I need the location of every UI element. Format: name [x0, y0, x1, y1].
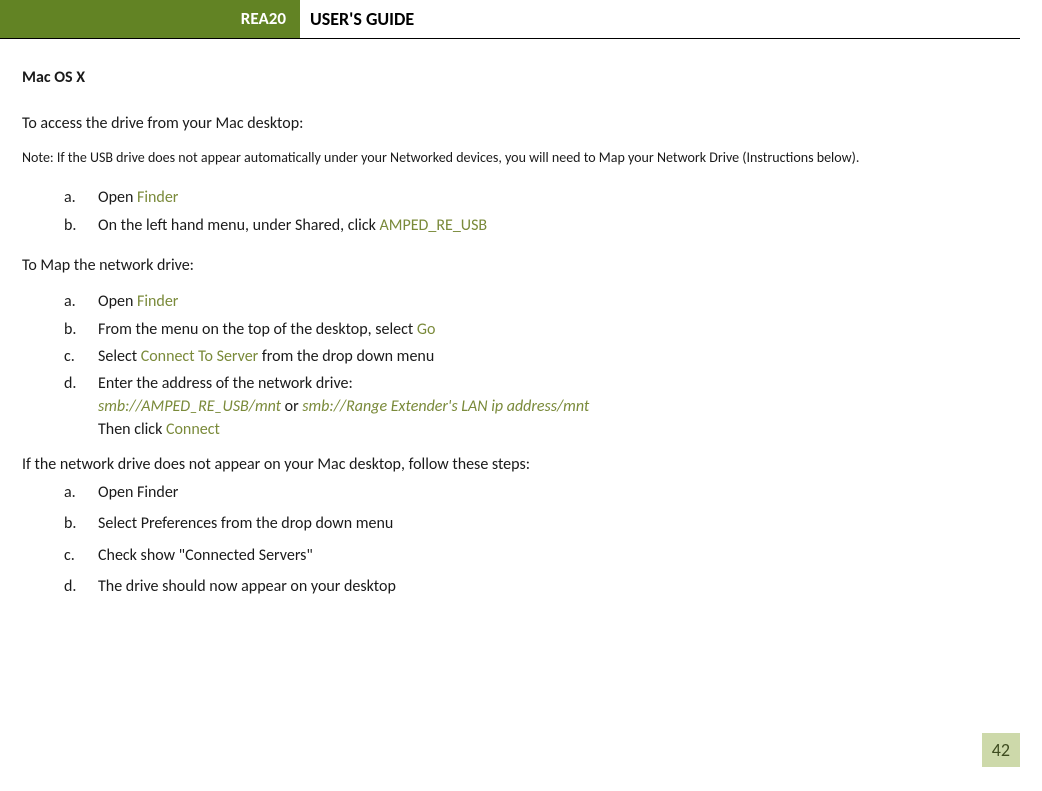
list-marker: d. [64, 575, 98, 598]
product-badge: REA20 [0, 0, 300, 38]
list-marker: b. [64, 318, 98, 341]
list-marker: b. [64, 512, 98, 535]
list-item: a. Open Finder [64, 481, 982, 504]
list-item: b. On the left hand menu, under Shared, … [64, 214, 982, 237]
list-item: d. Enter the address of the network driv… [64, 372, 982, 442]
list-item: d. The drive should now appear on your d… [64, 575, 982, 598]
text: From the menu on the top of the desktop,… [98, 320, 417, 339]
document-title: USER'S GUIDE [300, 0, 414, 38]
access-list: a. Open Finder b. On the left hand menu,… [22, 186, 982, 236]
note-text: Note: If the USB drive does not appear a… [22, 148, 982, 168]
intro-access-drive: To access the drive from your Mac deskto… [22, 113, 982, 135]
list-item: b. From the menu on the top of the deskt… [64, 318, 982, 341]
amped-link: AMPED_RE_USB [380, 216, 488, 235]
text: Open [98, 292, 137, 311]
list-marker: a. [64, 186, 98, 209]
intro-map-drive: To Map the network drive: [22, 255, 982, 277]
section-heading: Mac OS X [22, 67, 982, 89]
follow-intro: If the network drive does not appear on … [22, 454, 982, 476]
list-marker: d. [64, 372, 98, 442]
text: from the drop down menu [258, 347, 434, 366]
map-list: a. Open Finder b. From the menu on the t… [22, 290, 982, 441]
smb-address-1: smb://AMPED_RE_USB/mnt [98, 397, 281, 416]
list-marker: c. [64, 345, 98, 368]
text: or [281, 397, 302, 416]
list-item-body: Enter the address of the network drive: … [98, 372, 982, 442]
page-number: 42 [982, 733, 1020, 767]
smb-address-2: smb://Range Extender's LAN ip address/mn… [302, 397, 589, 416]
finder-link: Finder [137, 188, 178, 207]
finder-link: Finder [137, 292, 178, 311]
list-marker: a. [64, 481, 98, 504]
connect-server-link: Connect To Server [141, 347, 259, 366]
text: Open [98, 188, 137, 207]
connect-link: Connect [166, 420, 220, 439]
list-item-body: Check show "Connected Servers" [98, 544, 982, 567]
list-item: a. Open Finder [64, 290, 982, 313]
list-item: b. Select Preferences from the drop down… [64, 512, 982, 535]
list-item: c. Select Connect To Server from the dro… [64, 345, 982, 368]
list-item: a. Open Finder [64, 186, 982, 209]
follow-steps-block: If the network drive does not appear on … [22, 454, 982, 598]
go-link: Go [417, 320, 436, 339]
list-item-body: Open Finder [98, 186, 982, 209]
text: Enter the address of the network drive: [98, 374, 353, 393]
list-item-body: On the left hand menu, under Shared, cli… [98, 214, 982, 237]
list-item-body: Select Preferences from the drop down me… [98, 512, 982, 535]
list-marker: c. [64, 544, 98, 567]
text: Then click [98, 420, 166, 439]
text: Select [98, 347, 141, 366]
list-item-body: Select Connect To Server from the drop d… [98, 345, 982, 368]
document-header: REA20 USER'S GUIDE [0, 0, 1020, 39]
list-marker: b. [64, 214, 98, 237]
list-item-body: From the menu on the top of the desktop,… [98, 318, 982, 341]
list-item-body: Open Finder [98, 481, 982, 504]
list-item-body: Open Finder [98, 290, 982, 313]
follow-list: a. Open Finder b. Select Preferences fro… [22, 481, 982, 598]
document-content: Mac OS X To access the drive from your M… [0, 39, 1042, 630]
list-marker: a. [64, 290, 98, 313]
text: On the left hand menu, under Shared, cli… [98, 216, 380, 235]
list-item-body: The drive should now appear on your desk… [98, 575, 982, 598]
list-item: c. Check show "Connected Servers" [64, 544, 982, 567]
